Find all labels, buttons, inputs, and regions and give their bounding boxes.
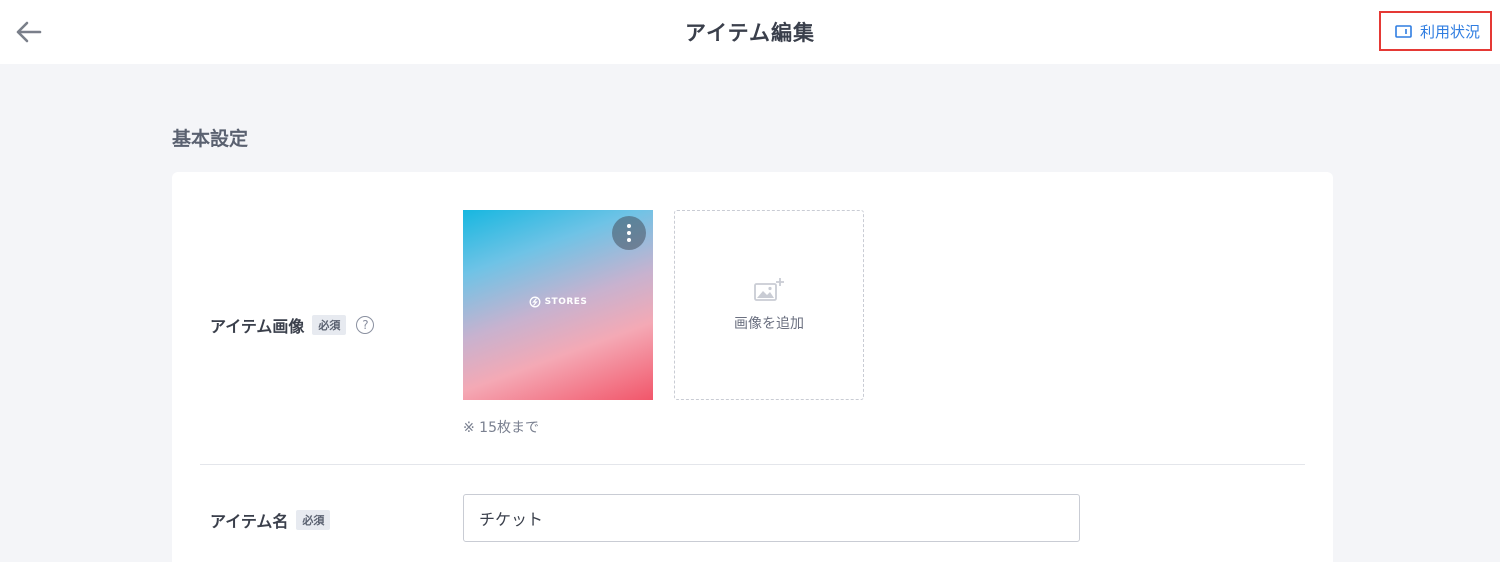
more-options-button[interactable]: [612, 216, 646, 250]
add-image-label: 画像を追加: [734, 316, 804, 332]
item-name-input[interactable]: [463, 494, 1080, 542]
back-button[interactable]: [10, 14, 46, 50]
item-name-label: アイテム名: [210, 512, 289, 531]
dot-icon: [627, 238, 631, 242]
stores-logo-icon: [529, 296, 541, 308]
stores-logo-text: STORES: [544, 297, 588, 307]
divider: [200, 464, 1305, 465]
image-limit-note: ※ 15枚まで: [463, 420, 539, 436]
item-image-thumbnail[interactable]: STORES: [463, 210, 653, 400]
help-icon[interactable]: ?: [356, 316, 375, 334]
required-badge: 必須: [296, 510, 331, 530]
usage-status-label: 利用状況: [1419, 22, 1480, 41]
page-title: アイテム編集: [685, 21, 815, 45]
stores-logo: STORES: [463, 296, 653, 308]
arrow-left-icon: [16, 21, 42, 43]
usage-status-button[interactable]: 利用状況: [1378, 11, 1492, 51]
top-bar: アイテム編集 利用状況: [0, 0, 1500, 64]
dot-icon: [627, 224, 631, 228]
panel-icon: [1395, 24, 1412, 38]
add-photo-icon: [754, 278, 784, 301]
dot-icon: [627, 231, 631, 235]
basic-settings-card: アイテム画像 必須 ? STORES 画像を追加 ※ 15枚まで アイテム名 必…: [172, 172, 1333, 562]
help-symbol: ?: [362, 318, 369, 332]
add-image-button[interactable]: 画像を追加: [674, 210, 864, 400]
required-badge: 必須: [312, 315, 347, 335]
item-image-label: アイテム画像: [210, 317, 305, 336]
item-name-label-group: アイテム名 必須: [210, 508, 331, 532]
item-image-label-group: アイテム画像 必須 ?: [210, 313, 375, 337]
section-title: 基本設定: [172, 128, 249, 150]
